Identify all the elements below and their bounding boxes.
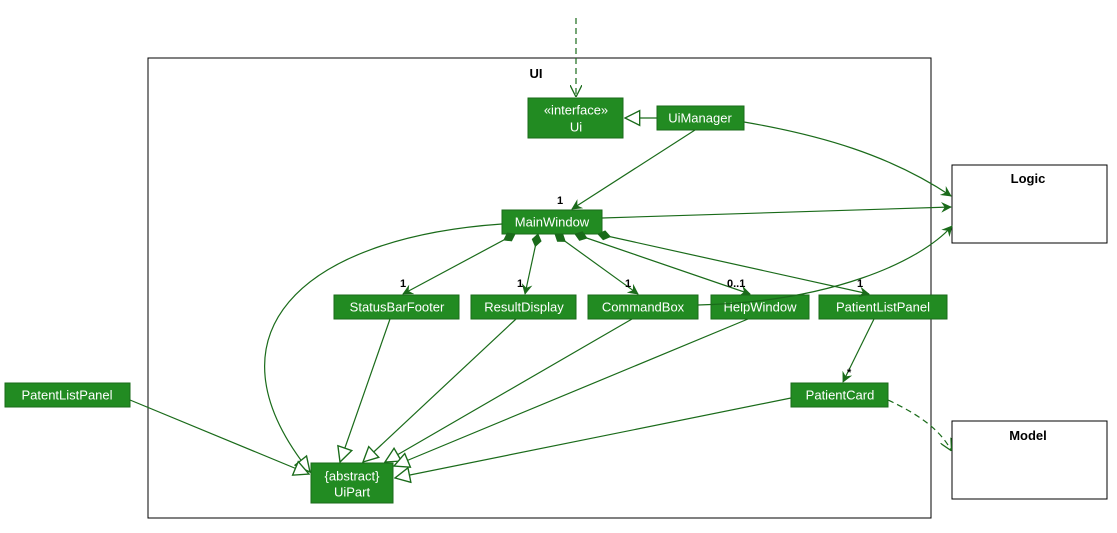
edge-commandbox-logic bbox=[698, 226, 952, 305]
node-uipart-stereotype: {abstract} bbox=[325, 468, 381, 483]
edge-mainwindow-statusbarfooter bbox=[403, 234, 515, 294]
node-uimanager: UiManager bbox=[657, 106, 744, 130]
node-ui: «interface» Ui bbox=[528, 98, 623, 138]
node-patientlistpanel: PatientListPanel bbox=[819, 295, 947, 319]
edge-mainwindow-helpwindow bbox=[575, 234, 750, 294]
package-model-label: Model bbox=[1009, 428, 1047, 443]
node-ui-stereotype: «interface» bbox=[544, 102, 608, 117]
node-mainwindow-name: MainWindow bbox=[515, 214, 590, 229]
package-ui-label: UI bbox=[530, 66, 543, 81]
edge-patientcard-uipart bbox=[395, 398, 791, 478]
edge-mainwindow-resultdisplay bbox=[525, 234, 538, 294]
node-uimanager-name: UiManager bbox=[668, 110, 732, 125]
edge-statusbarfooter-uipart bbox=[340, 319, 390, 462]
mult-helpwindow: 0..1 bbox=[727, 278, 745, 290]
node-patientcard-name: PatientCard bbox=[806, 387, 875, 402]
edge-commandbox-uipart bbox=[385, 319, 632, 462]
package-logic-label: Logic bbox=[1011, 171, 1046, 186]
edge-uimanager-to-logic bbox=[744, 122, 951, 196]
node-uipart-name: UiPart bbox=[334, 484, 371, 499]
edge-patentlistpanel-uipart bbox=[130, 400, 309, 474]
edge-uimanager-to-mainwindow bbox=[572, 130, 695, 209]
node-mainwindow: MainWindow bbox=[502, 210, 602, 234]
mult-statusbarfooter: 1 bbox=[400, 278, 406, 290]
mult-commandbox: 1 bbox=[625, 278, 631, 290]
node-patientcard: PatientCard bbox=[791, 383, 888, 407]
mult-resultdisplay: 1 bbox=[517, 278, 523, 290]
node-commandbox-name: CommandBox bbox=[602, 299, 685, 314]
edge-resultdisplay-uipart bbox=[363, 319, 516, 462]
node-commandbox: CommandBox bbox=[588, 295, 698, 319]
edge-mainwindow-uipart bbox=[265, 224, 502, 472]
node-helpwindow: HelpWindow bbox=[711, 295, 809, 319]
node-statusbarfooter-name: StatusBarFooter bbox=[350, 299, 445, 314]
mult-mainwindow: 1 bbox=[557, 195, 563, 207]
mult-patientcard: * bbox=[847, 367, 852, 379]
edge-patientcard-model bbox=[888, 400, 951, 450]
node-patentlistpanel: PatentListPanel bbox=[5, 383, 130, 407]
node-uipart: {abstract} UiPart bbox=[311, 463, 393, 503]
node-statusbarfooter: StatusBarFooter bbox=[334, 295, 459, 319]
node-resultdisplay: ResultDisplay bbox=[471, 295, 576, 319]
node-ui-name: Ui bbox=[570, 119, 582, 134]
node-helpwindow-name: HelpWindow bbox=[724, 299, 798, 314]
edge-mainwindow-to-logic bbox=[602, 207, 951, 218]
edge-helpwindow-uipart bbox=[394, 319, 748, 466]
node-patientlistpanel-name: PatientListPanel bbox=[836, 299, 930, 314]
node-resultdisplay-name: ResultDisplay bbox=[484, 299, 564, 314]
node-patentlistpanel-name: PatentListPanel bbox=[21, 387, 112, 402]
